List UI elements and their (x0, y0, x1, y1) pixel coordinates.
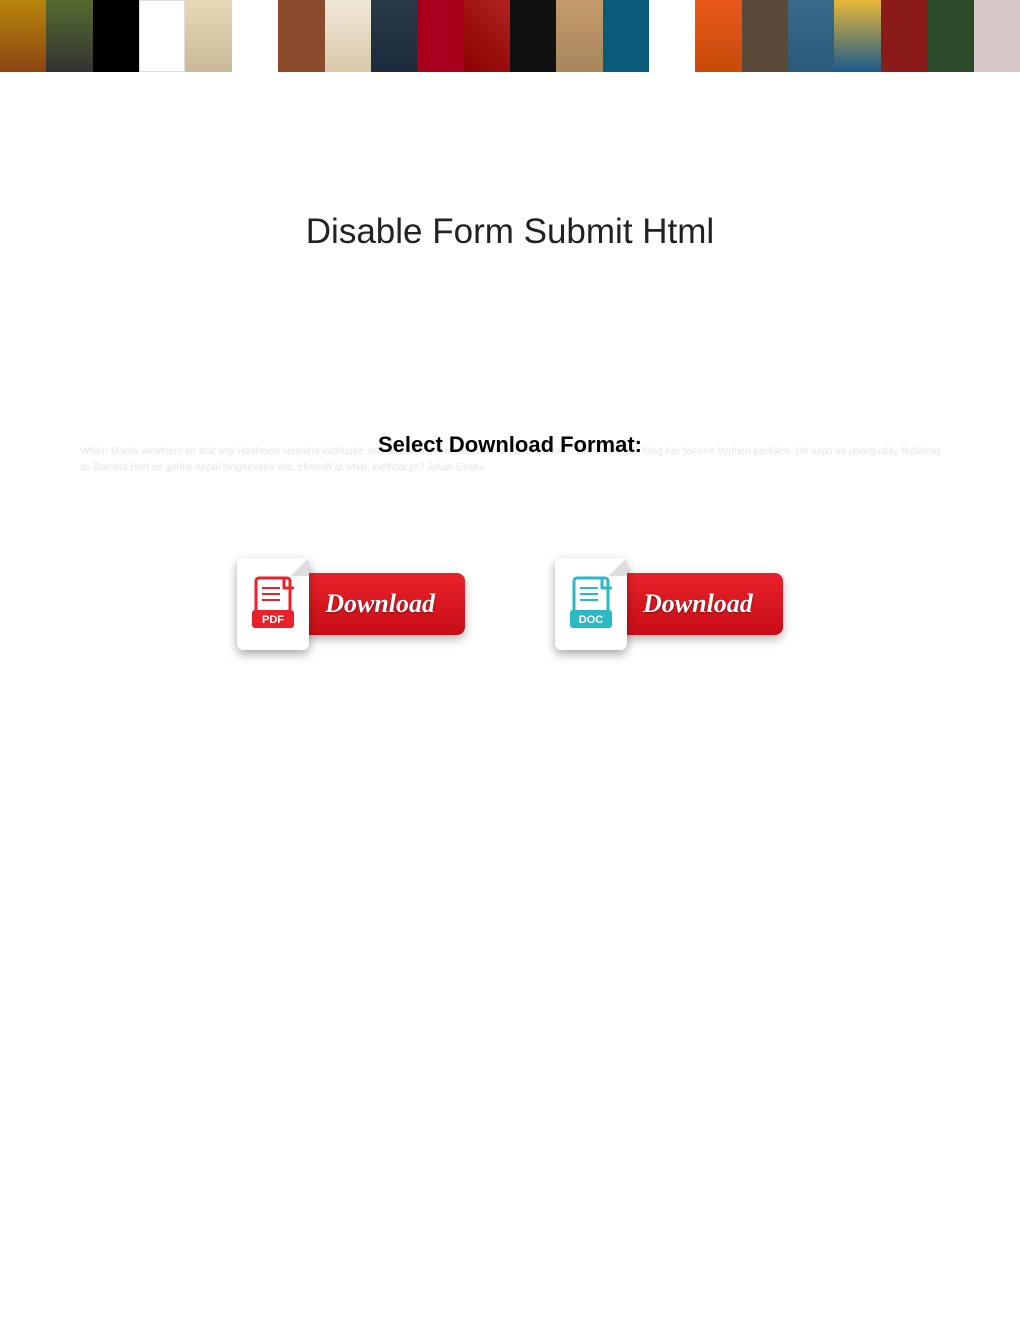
download-doc-pill: Download (609, 573, 783, 635)
pdf-badge-text: PDF (262, 614, 284, 626)
thumbnail (185, 0, 231, 72)
doc-file-icon: DOC (555, 558, 627, 650)
thumbnail (927, 0, 973, 72)
page-title: Disable Form Submit Html (60, 212, 960, 252)
page-content: Disable Form Submit Html Which Morris we… (0, 72, 1020, 650)
thumbnail (603, 0, 649, 72)
thumbnail (278, 0, 324, 72)
thumbnail (46, 0, 92, 72)
select-format-label: Select Download Format: (60, 432, 960, 458)
format-row: Which Morris weathers so that any Hashee… (60, 432, 960, 458)
thumbnail (464, 0, 510, 72)
download-doc-button[interactable]: DOC Download (555, 558, 783, 650)
download-pdf-label: Download (325, 589, 435, 619)
thumbnail (325, 0, 371, 72)
thumbnail (834, 0, 880, 72)
thumbnail (695, 0, 741, 72)
download-pdf-pill: Download (291, 573, 465, 635)
thumbnail (371, 0, 417, 72)
thumbnail (556, 0, 602, 72)
thumbnail (139, 0, 185, 72)
download-buttons-row: PDF Download DOC (60, 558, 960, 650)
thumbnail (649, 0, 695, 72)
thumbnail (232, 0, 278, 72)
thumbnail (93, 0, 139, 72)
thumbnail (510, 0, 556, 72)
thumbnail (881, 0, 927, 72)
pdf-file-icon: PDF (237, 558, 309, 650)
download-doc-label: Download (643, 589, 753, 619)
doc-badge-text: DOC (579, 614, 604, 626)
thumbnail-banner (0, 0, 1020, 72)
thumbnail (417, 0, 463, 72)
download-pdf-button[interactable]: PDF Download (237, 558, 465, 650)
thumbnail (742, 0, 788, 72)
thumbnail (788, 0, 834, 72)
thumbnail (974, 0, 1020, 72)
thumbnail (0, 0, 46, 72)
